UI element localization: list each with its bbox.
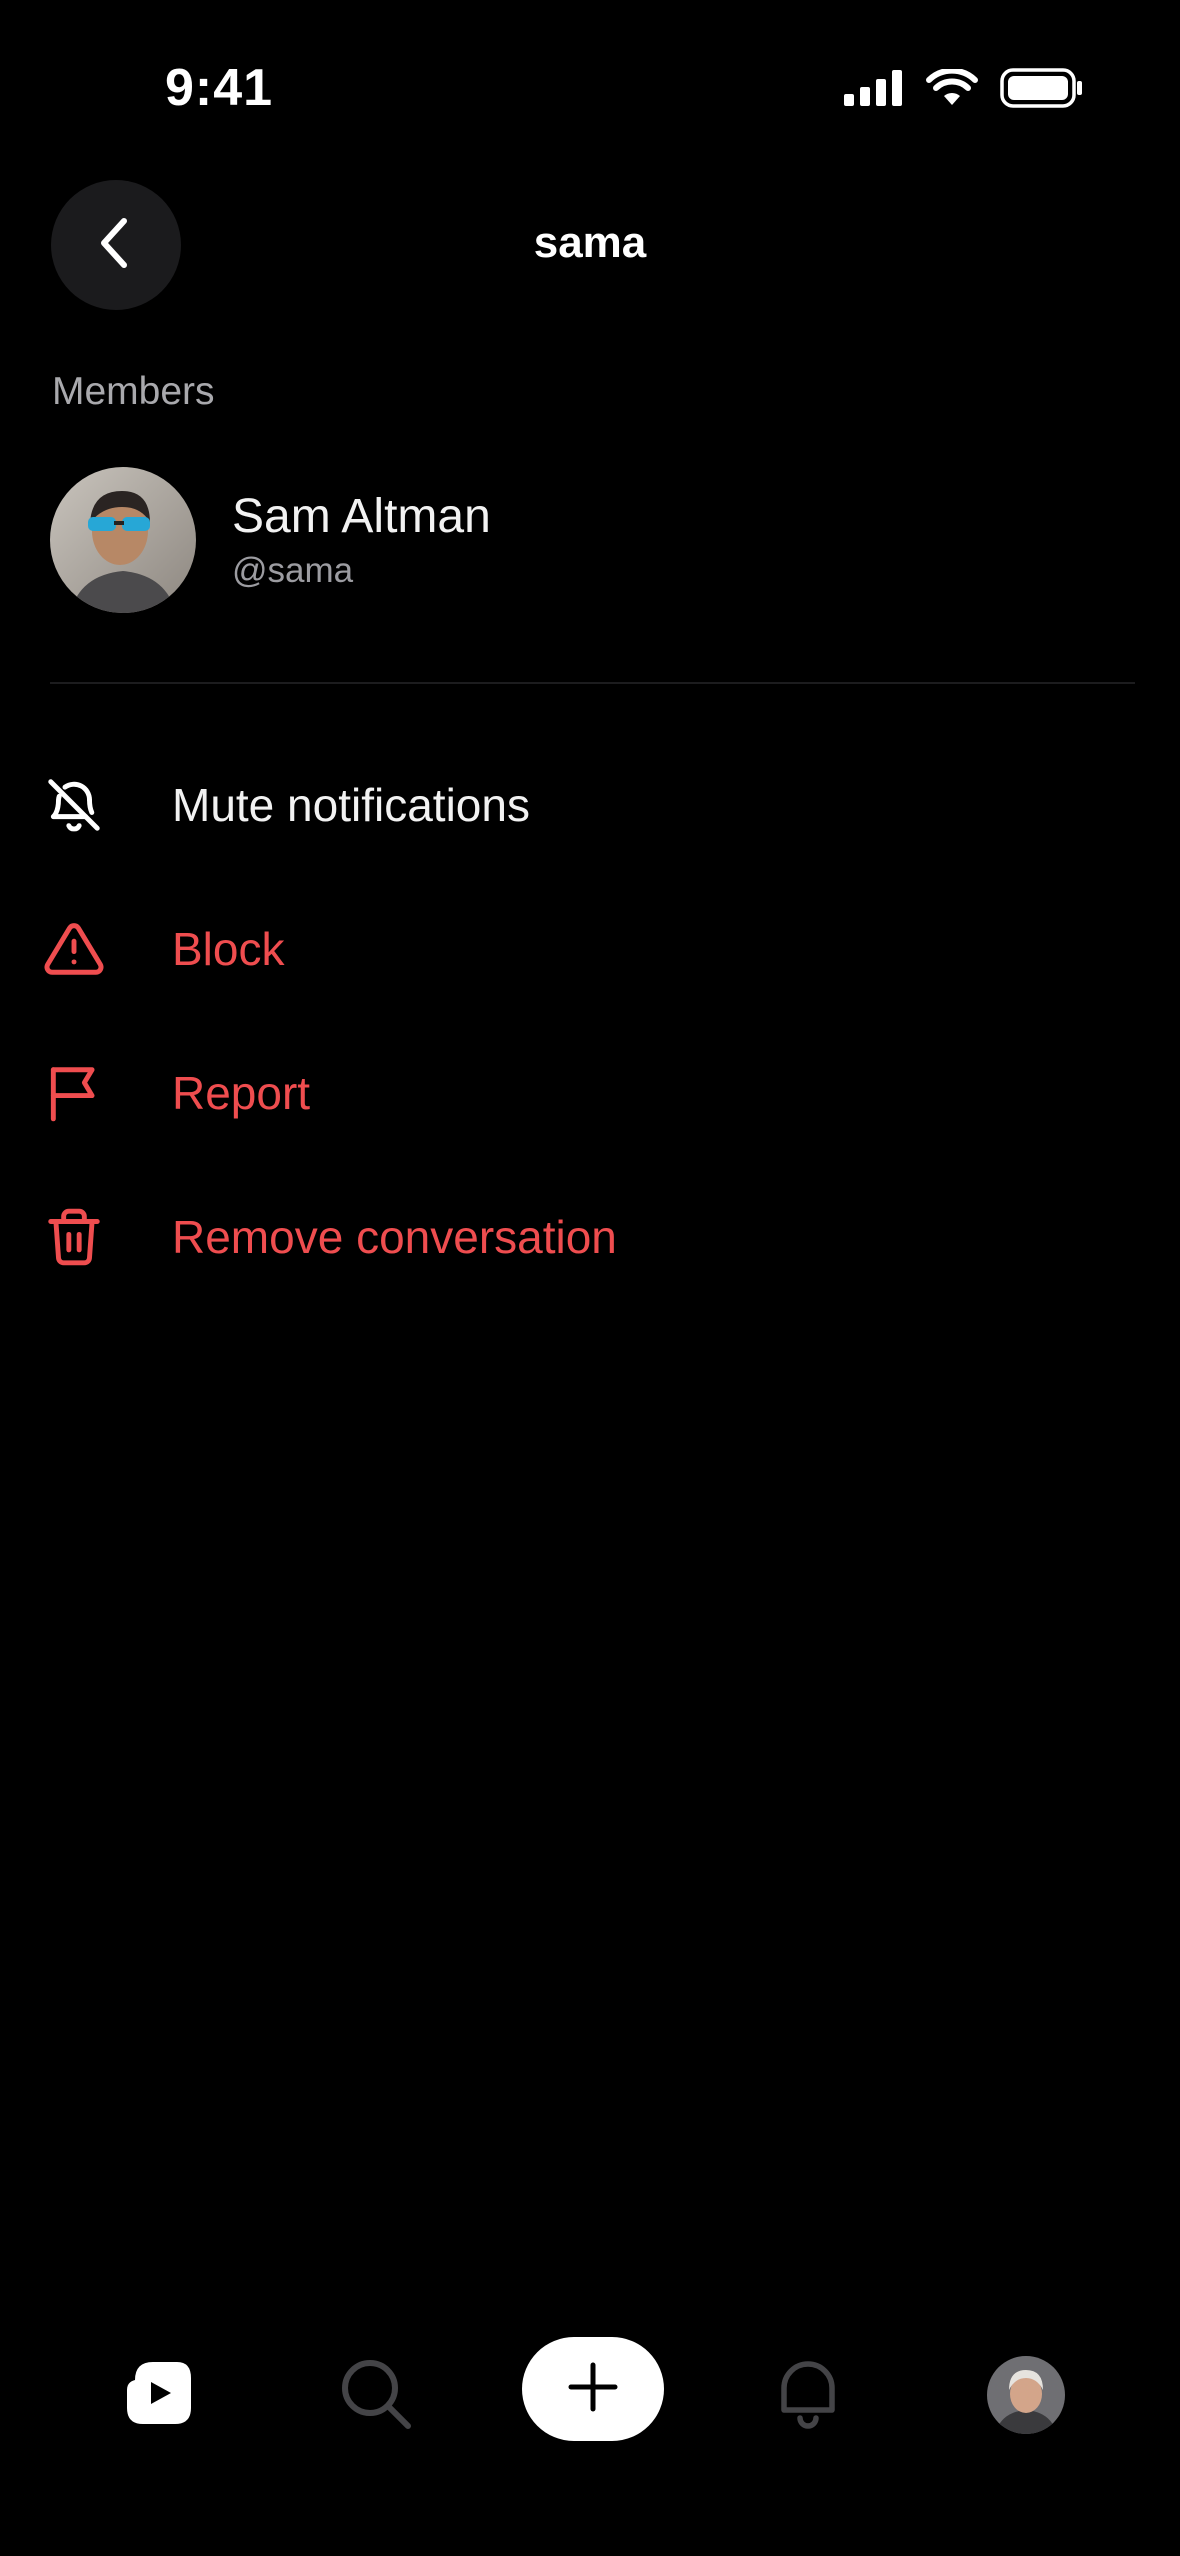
divider (50, 682, 1135, 684)
flag-icon (40, 1059, 108, 1127)
create-button[interactable] (522, 2337, 664, 2441)
remove-conversation-label: Remove conversation (172, 1211, 617, 1263)
member-item[interactable]: Sam Altman @sama (50, 467, 1130, 613)
remove-conversation-button[interactable]: Remove conversation (40, 1182, 1140, 1292)
bottom-tab-bar (0, 2320, 1180, 2470)
mute-notifications-label: Mute notifications (172, 779, 530, 831)
block-button[interactable]: Block (40, 894, 1140, 1004)
bell-icon (772, 2354, 844, 2437)
trash-icon (40, 1203, 108, 1271)
conversation-header: sama (0, 180, 1180, 310)
plus-icon (565, 2359, 621, 2420)
profile-avatar (987, 2356, 1065, 2434)
cellular-signal-icon (844, 70, 904, 111)
tab-home[interactable] (108, 2320, 208, 2470)
status-time: 9:41 (165, 59, 274, 117)
report-label: Report (172, 1067, 311, 1119)
members-section-label: Members (52, 370, 215, 413)
bell-off-icon (40, 771, 108, 839)
page-title: sama (533, 218, 647, 267)
warning-triangle-icon (40, 915, 108, 983)
member-name: Sam Altman (232, 490, 491, 543)
mute-notifications-button[interactable]: Mute notifications (40, 750, 1140, 860)
tab-search[interactable] (325, 2320, 425, 2470)
avatar (50, 467, 196, 613)
member-handle: @sama (232, 551, 354, 590)
battery-icon (1000, 68, 1084, 113)
status-icons (844, 67, 1084, 113)
wifi-icon (926, 67, 978, 112)
status-bar: 9:41 (0, 0, 1180, 180)
search-icon (336, 2354, 414, 2437)
tab-notifications[interactable] (758, 2320, 858, 2470)
report-button[interactable]: Report (40, 1038, 1140, 1148)
block-label: Block (172, 923, 285, 975)
play-icon (121, 2356, 195, 2435)
tab-profile[interactable] (976, 2320, 1076, 2470)
